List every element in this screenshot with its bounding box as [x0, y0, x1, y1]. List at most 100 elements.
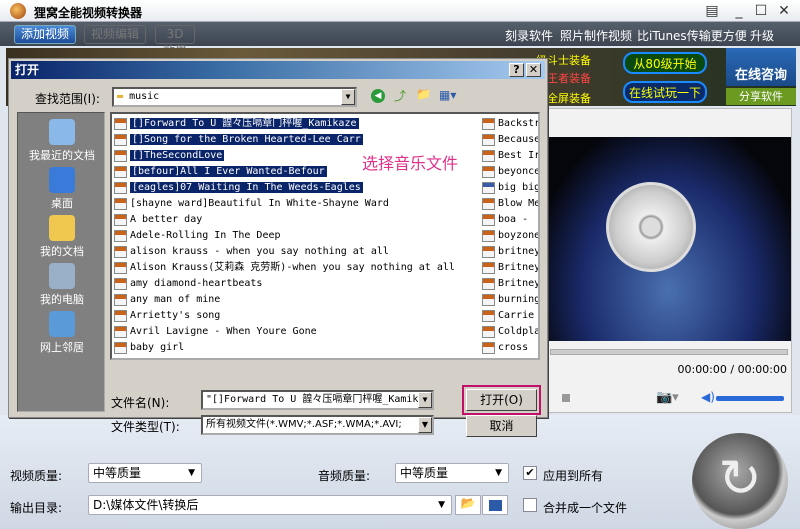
- file-item[interactable]: []Song for the Broken Hearted-Lee Carr: [112, 132, 363, 148]
- filetype-select[interactable]: 所有视频文件(*.WMV;*.ASF;*.WMA;*.AVI; ▼: [201, 415, 434, 435]
- file-item[interactable]: Best Ir: [480, 148, 538, 164]
- file-item[interactable]: []Forward To U 韹々压嗝章冂枰喔_Kamikaze: [112, 116, 359, 132]
- video-quality-select[interactable]: 中等质量 ▼: [88, 463, 202, 483]
- documents-icon: [49, 215, 75, 241]
- ad-button-play[interactable]: 在线试玩一下: [623, 81, 707, 103]
- volume-slider[interactable]: [716, 396, 784, 401]
- file-item[interactable]: A better day: [112, 212, 202, 228]
- file-item[interactable]: [befour]All I Ever Wanted-Befour: [112, 164, 327, 180]
- network-icon: [49, 311, 75, 337]
- seek-bar[interactable]: [550, 349, 788, 355]
- file-name: britney: [498, 246, 540, 257]
- mp3-file-icon: [482, 198, 495, 210]
- look-in-select[interactable]: ▬ music ▼: [112, 87, 357, 107]
- file-name: Britney: [498, 278, 540, 289]
- merge-checkbox[interactable]: [523, 498, 537, 512]
- file-item[interactable]: boyzone: [480, 228, 540, 244]
- file-item[interactable]: burning: [480, 292, 540, 308]
- minimize-button[interactable]: _: [730, 3, 748, 19]
- new-folder-icon[interactable]: 📁: [416, 87, 431, 101]
- apply-all-checkbox[interactable]: ✔: [523, 466, 537, 480]
- apply-all-label: 应用到所有: [543, 469, 604, 483]
- file-name: Blow Me: [498, 198, 540, 209]
- file-item[interactable]: boa -: [480, 212, 528, 228]
- add-video-button[interactable]: 添加视频: [14, 25, 77, 44]
- mp3-file-icon: [114, 342, 127, 354]
- link-itunes[interactable]: 比iTunes传输更方便: [637, 27, 747, 44]
- up-folder-icon[interactable]: ⤴: [394, 87, 406, 104]
- mp3-file-icon: [482, 150, 495, 162]
- file-name: boa -: [498, 214, 529, 225]
- place-label: 我的文档: [40, 245, 84, 258]
- file-item[interactable]: [shayne ward]Beautiful In White-Shayne W…: [112, 196, 389, 212]
- file-item[interactable]: Avril Lavigne - When Youre Gone: [112, 324, 317, 340]
- file-item[interactable]: cross: [480, 340, 528, 356]
- mp3-file-icon: [114, 246, 127, 258]
- file-item[interactable]: amy diamond-heartbeats: [112, 276, 262, 292]
- place-computer[interactable]: 我的电脑: [18, 263, 106, 307]
- file-item[interactable]: Carrie: [480, 308, 534, 324]
- file-name: burning: [498, 294, 540, 305]
- file-item[interactable]: alison krauss - when you say nothing at …: [112, 244, 389, 260]
- file-item[interactable]: Britney: [480, 276, 540, 292]
- link-burn-software[interactable]: 刻录软件: [505, 27, 553, 44]
- file-item[interactable]: britney: [480, 244, 540, 260]
- place-network[interactable]: 网上邻居: [18, 311, 106, 355]
- file-item[interactable]: Coldpla: [480, 324, 540, 340]
- mp3-file-icon: [482, 118, 495, 130]
- file-item[interactable]: Backstr: [480, 116, 538, 132]
- file-item[interactable]: beyonce: [480, 164, 538, 180]
- menu-icon[interactable]: ▤: [703, 3, 721, 19]
- stop-icon[interactable]: [562, 394, 570, 402]
- online-consult-button[interactable]: 在线咨询: [726, 48, 796, 86]
- share-software-button[interactable]: 分享软件: [726, 88, 796, 105]
- file-item[interactable]: Blow Me: [480, 196, 540, 212]
- file-item[interactable]: Because: [480, 132, 538, 148]
- file-item[interactable]: []TheSecondLove: [112, 148, 225, 164]
- 3d-effect-button[interactable]: 3D效果: [155, 25, 195, 58]
- file-name: [eagles]07 Waiting In The Weeds-Eagles: [130, 182, 363, 193]
- edit-video-button[interactable]: 视频编辑: [84, 25, 147, 44]
- link-photo-video[interactable]: 照片制作视频: [560, 27, 632, 44]
- open-button[interactable]: 打开(O): [466, 389, 537, 411]
- audio-quality-select[interactable]: 中等质量 ▼: [395, 463, 509, 483]
- file-item[interactable]: big big: [480, 180, 538, 196]
- camera-icon[interactable]: 📷▾: [656, 390, 679, 405]
- dialog-close-button[interactable]: ✕: [526, 63, 541, 77]
- volume-icon[interactable]: ◀): [701, 390, 715, 404]
- open-folder-icon[interactable]: [482, 495, 508, 515]
- filename-input[interactable]: "[]Forward To U 韹々压嗝章冂枰喔_Kamik ▼: [201, 390, 434, 410]
- file-item[interactable]: Alison Krauss(艾莉森 克劳斯)-when you say noth…: [112, 260, 455, 276]
- file-item[interactable]: Arrietty's song: [112, 308, 220, 324]
- file-item[interactable]: baby girl: [112, 340, 184, 356]
- file-name: [befour]All I Ever Wanted-Befour: [130, 166, 327, 177]
- file-item[interactable]: Adele-Rolling In The Deep: [112, 228, 281, 244]
- file-item[interactable]: any man of mine: [112, 292, 220, 308]
- file-name: Coldpla: [498, 326, 540, 337]
- back-icon[interactable]: ◀: [371, 89, 385, 103]
- link-upgrade[interactable]: 升级: [750, 27, 774, 44]
- file-item[interactable]: [eagles]07 Waiting In The Weeds-Eagles: [112, 180, 363, 196]
- mp3-file-icon: [482, 310, 495, 322]
- help-button[interactable]: ?: [509, 63, 524, 77]
- view-menu-icon[interactable]: ▦▾: [439, 88, 456, 102]
- close-button[interactable]: ✕: [775, 3, 793, 19]
- file-item[interactable]: Britney: [480, 260, 540, 276]
- place-documents[interactable]: 我的文档: [18, 215, 106, 259]
- place-recent[interactable]: 我最近的文档: [18, 119, 106, 163]
- mp3-file-icon: [114, 214, 127, 226]
- mp3-file-icon: [114, 262, 127, 274]
- ad-button-start[interactable]: 从80级开始: [623, 52, 707, 74]
- browse-folder-icon[interactable]: 📂: [455, 495, 481, 515]
- mp3-file-icon: [114, 198, 127, 210]
- file-list[interactable]: []Forward To U 韹々压嗝章冂枰喔_Kamikaze []Song f…: [110, 112, 540, 360]
- file-name: boyzone: [498, 230, 540, 241]
- video-quality-label: 视频质量:: [10, 469, 63, 483]
- place-desktop[interactable]: 桌面: [18, 167, 106, 211]
- file-name: alison krauss - when you say nothing at …: [130, 246, 389, 257]
- cancel-button[interactable]: 取消: [466, 415, 537, 437]
- file-name: Britney: [498, 262, 540, 273]
- output-dir-input[interactable]: D:\媒体文件\转换后 ▼: [88, 495, 452, 515]
- convert-button[interactable]: ↻: [692, 433, 788, 529]
- maximize-button[interactable]: ☐: [752, 3, 770, 19]
